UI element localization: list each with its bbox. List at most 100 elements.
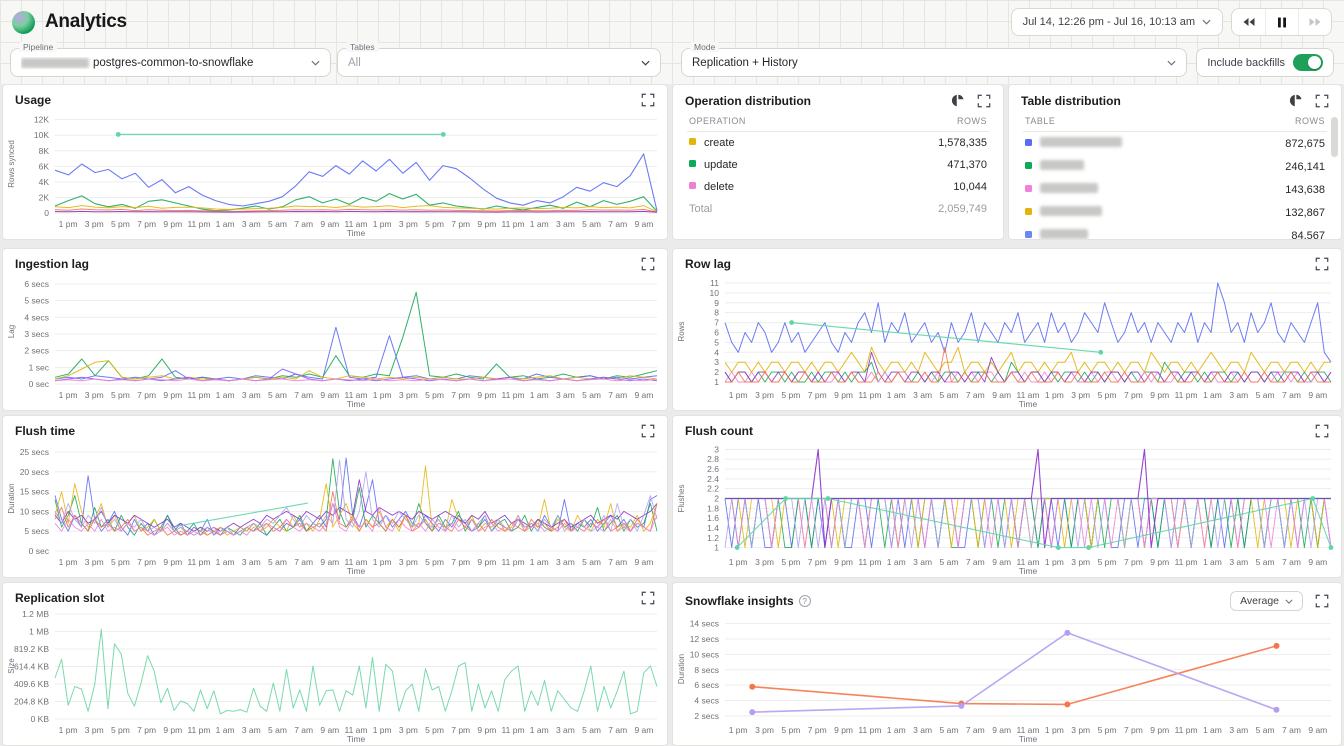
svg-text:5 am: 5 am bbox=[268, 390, 287, 400]
pie-chart-toggle-icon[interactable] bbox=[950, 93, 965, 108]
svg-text:7 pm: 7 pm bbox=[451, 725, 470, 735]
replication-slot-card: Replication slot 0 KB204.8 KB409.6 KB614… bbox=[2, 582, 668, 746]
replication-slot-chart: 0 KB204.8 KB409.6 KB614.4 KB819.2 KB1 MB… bbox=[3, 607, 667, 746]
svg-text:1 pm: 1 pm bbox=[1045, 557, 1064, 567]
svg-text:20 secs: 20 secs bbox=[20, 467, 49, 477]
svg-text:9 pm: 9 pm bbox=[1150, 725, 1169, 735]
pause-button[interactable] bbox=[1265, 9, 1298, 35]
expand-icon[interactable] bbox=[641, 424, 655, 438]
scrollbar-thumb[interactable] bbox=[1331, 117, 1338, 157]
expand-icon[interactable] bbox=[641, 257, 655, 271]
rewind-button[interactable] bbox=[1232, 9, 1265, 35]
svg-text:3 pm: 3 pm bbox=[399, 557, 418, 567]
svg-text:11 pm: 11 pm bbox=[187, 219, 210, 229]
svg-text:7 pm: 7 pm bbox=[451, 219, 470, 229]
svg-text:7 am: 7 am bbox=[294, 219, 313, 229]
svg-text:1 pm: 1 pm bbox=[373, 557, 392, 567]
svg-text:0: 0 bbox=[44, 208, 49, 218]
svg-text:2: 2 bbox=[714, 367, 719, 377]
svg-text:1 am: 1 am bbox=[530, 557, 549, 567]
pipeline-select[interactable]: Pipeline postgres-common-to-snowflake bbox=[10, 48, 331, 77]
operation-distribution-card: Operation distribution OPERATION ROWS cr… bbox=[672, 84, 1004, 240]
svg-text:11 pm: 11 pm bbox=[502, 557, 525, 567]
svg-text:1 MB: 1 MB bbox=[29, 626, 49, 636]
date-range-button[interactable]: Jul 14, 12:26 pm - Jul 16, 10:13 am bbox=[1011, 8, 1223, 36]
svg-text:8: 8 bbox=[714, 308, 719, 318]
svg-text:12 secs: 12 secs bbox=[690, 634, 719, 644]
pie-chart-toggle-icon[interactable] bbox=[1288, 93, 1303, 108]
table-name-redacted bbox=[1040, 229, 1088, 239]
svg-text:7 pm: 7 pm bbox=[137, 390, 156, 400]
svg-text:11 pm: 11 pm bbox=[502, 390, 525, 400]
svg-text:614.4 KB: 614.4 KB bbox=[14, 661, 49, 671]
svg-text:9 am: 9 am bbox=[320, 725, 339, 735]
svg-text:15 secs: 15 secs bbox=[20, 487, 49, 497]
svg-text:1 am: 1 am bbox=[216, 725, 235, 735]
include-backfills-toggle[interactable] bbox=[1293, 54, 1323, 71]
svg-text:1 pm: 1 pm bbox=[59, 219, 78, 229]
svg-text:1 pm: 1 pm bbox=[59, 390, 78, 400]
svg-text:0 sec: 0 sec bbox=[29, 546, 50, 556]
svg-text:1 am: 1 am bbox=[887, 390, 906, 400]
svg-text:10: 10 bbox=[710, 288, 720, 298]
svg-text:7 pm: 7 pm bbox=[137, 557, 156, 567]
svg-text:5 pm: 5 pm bbox=[1098, 557, 1117, 567]
help-icon[interactable]: ? bbox=[799, 595, 811, 607]
fast-forward-button[interactable] bbox=[1298, 9, 1331, 35]
svg-text:9 pm: 9 pm bbox=[477, 557, 496, 567]
svg-text:1 pm: 1 pm bbox=[373, 219, 392, 229]
series-color-chip bbox=[689, 182, 696, 189]
svg-text:1.8: 1.8 bbox=[707, 503, 719, 513]
svg-text:3 am: 3 am bbox=[556, 219, 575, 229]
expand-icon[interactable] bbox=[1315, 257, 1329, 271]
svg-text:9: 9 bbox=[714, 298, 719, 308]
table-name-redacted bbox=[1040, 183, 1098, 193]
svg-text:7: 7 bbox=[714, 318, 719, 328]
svg-text:1 pm: 1 pm bbox=[729, 725, 748, 735]
svg-text:6: 6 bbox=[714, 327, 719, 337]
svg-text:3 pm: 3 pm bbox=[85, 219, 104, 229]
svg-text:6 secs: 6 secs bbox=[24, 279, 49, 289]
tables-select[interactable]: Tables All bbox=[337, 48, 661, 77]
svg-text:Time: Time bbox=[347, 399, 366, 409]
ingestion-lag-card: Ingestion lag 0 sec1 sec2 secs3 secs4 se… bbox=[2, 248, 668, 411]
svg-text:6 secs: 6 secs bbox=[694, 680, 719, 690]
svg-text:10 secs: 10 secs bbox=[20, 506, 49, 516]
expand-icon[interactable] bbox=[1315, 94, 1329, 108]
table-row: update471,370 bbox=[687, 154, 989, 176]
svg-text:3 pm: 3 pm bbox=[755, 557, 774, 567]
series-color-chip bbox=[1025, 139, 1032, 146]
mode-select[interactable]: Mode Replication + History bbox=[681, 48, 1187, 77]
snowflake-insights-title: Snowflake insights bbox=[685, 594, 794, 608]
svg-text:5 pm: 5 pm bbox=[425, 390, 444, 400]
expand-icon[interactable] bbox=[1315, 594, 1329, 608]
fast-forward-icon bbox=[1308, 17, 1322, 27]
svg-text:1 am: 1 am bbox=[530, 390, 549, 400]
svg-text:3 pm: 3 pm bbox=[1071, 557, 1090, 567]
svg-text:5 am: 5 am bbox=[582, 219, 601, 229]
expand-icon[interactable] bbox=[977, 94, 991, 108]
svg-text:9 am: 9 am bbox=[634, 725, 653, 735]
usage-card: Usage 02K4K6K8K10K12K1 pm3 pm5 pm7 pm9 p… bbox=[2, 84, 668, 240]
expand-icon[interactable] bbox=[1315, 424, 1329, 438]
svg-text:5 am: 5 am bbox=[582, 557, 601, 567]
table-row: 872,675 bbox=[1023, 132, 1327, 156]
svg-text:9 am: 9 am bbox=[1308, 557, 1327, 567]
svg-text:9 am: 9 am bbox=[1308, 725, 1327, 735]
series-color-chip bbox=[1025, 231, 1032, 238]
svg-text:1 pm: 1 pm bbox=[1045, 390, 1064, 400]
table-distribution-card: Table distribution TABLE ROWS 872,675246… bbox=[1008, 84, 1342, 240]
svg-text:3 pm: 3 pm bbox=[399, 390, 418, 400]
series-color-chip bbox=[1025, 162, 1032, 169]
svg-text:1: 1 bbox=[714, 543, 719, 553]
aggregate-select[interactable]: Average bbox=[1230, 591, 1303, 611]
svg-text:9 pm: 9 pm bbox=[477, 725, 496, 735]
expand-icon[interactable] bbox=[641, 93, 655, 107]
svg-text:9 am: 9 am bbox=[992, 390, 1011, 400]
app-logo-icon bbox=[12, 11, 35, 34]
expand-icon[interactable] bbox=[641, 591, 655, 605]
chevron-down-icon bbox=[1285, 599, 1293, 604]
svg-text:9 pm: 9 pm bbox=[1150, 557, 1169, 567]
svg-text:5: 5 bbox=[714, 337, 719, 347]
row-lag-card: Row lag 12345678910111 pm3 pm5 pm7 pm9 p… bbox=[672, 248, 1342, 411]
